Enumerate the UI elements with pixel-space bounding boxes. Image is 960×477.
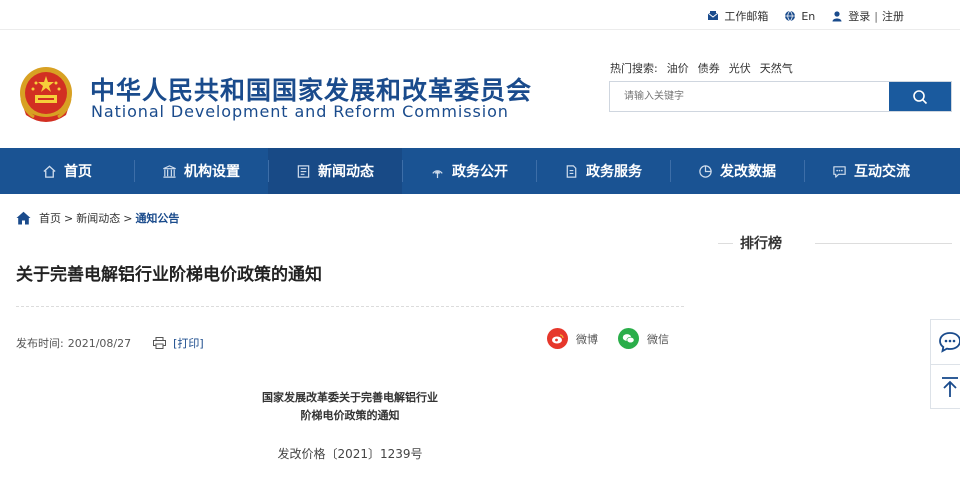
broadcast-icon xyxy=(432,169,443,178)
top-utility-bar: 工作邮箱 En 登录 | 注册 xyxy=(0,0,960,30)
main-nav: 首页 机构设置 新闻动态 政务公开 政务服务 发改数据 互动交流 xyxy=(0,148,960,194)
login-separator: | xyxy=(874,9,878,23)
search-box xyxy=(609,81,952,112)
article-meta: 发布时间: 2021/08/27 [打印] xyxy=(16,335,204,351)
english-link[interactable]: En xyxy=(784,10,815,23)
search-button[interactable] xyxy=(889,82,951,111)
search-icon xyxy=(913,89,928,104)
news-icon xyxy=(297,164,310,178)
title-divider xyxy=(16,306,684,307)
account-links: 登录 | 注册 xyxy=(831,8,904,24)
nav-label: 互动交流 xyxy=(854,164,910,180)
feedback-button[interactable] xyxy=(931,320,960,365)
hot-term-bonds[interactable]: 债券 xyxy=(698,60,720,76)
login-link[interactable]: 登录 xyxy=(848,8,870,24)
wechat-icon xyxy=(618,328,639,349)
nav-label: 新闻动态 xyxy=(318,164,374,180)
breadcrumb-current[interactable]: 通知公告 xyxy=(135,210,179,226)
breadcrumb-separator: > xyxy=(64,211,74,225)
nav-item-news[interactable]: 新闻动态 xyxy=(268,148,402,194)
share-weibo-label: 微博 xyxy=(576,332,598,346)
building-icon xyxy=(163,164,176,178)
nav-label: 政务服务 xyxy=(586,164,642,180)
nav-filler xyxy=(938,148,960,194)
hot-search: 热门搜索: 油价 债券 光伏 天然气 xyxy=(610,60,802,76)
hot-term-gas[interactable]: 天然气 xyxy=(760,60,793,76)
share-wechat-button[interactable]: 微信 xyxy=(618,328,669,349)
arrow-up-icon xyxy=(942,377,958,397)
print-button[interactable]: [打印] xyxy=(153,335,204,351)
document-heading-line-1: 国家发展改革委关于完善电解铝行业 xyxy=(262,391,438,404)
hot-term-solar[interactable]: 光伏 xyxy=(729,60,751,76)
search-input[interactable] xyxy=(610,82,889,111)
nav-item-organization[interactable]: 机构设置 xyxy=(134,148,268,194)
nav-item-interaction[interactable]: 互动交流 xyxy=(804,148,938,194)
document-icon xyxy=(566,164,577,178)
ranking-title: 排行榜 xyxy=(740,236,782,252)
ranking-header: 排行榜 xyxy=(718,233,952,253)
share-wechat-label: 微信 xyxy=(647,332,669,346)
document-heading-line-2: 阶梯电价政策的通知 xyxy=(300,409,400,422)
breadcrumb-home[interactable]: 首页 xyxy=(39,210,61,226)
nav-label: 首页 xyxy=(64,164,92,180)
weibo-icon xyxy=(547,328,568,349)
pie-chart-icon xyxy=(699,164,712,178)
publish-date-label: 发布时间: xyxy=(16,337,64,350)
hot-term-oil[interactable]: 油价 xyxy=(667,60,689,76)
print-label: [打印] xyxy=(173,337,204,350)
home-icon xyxy=(43,164,56,178)
site-header: 中华人民共和国国家发展和改革委员会 National Development a… xyxy=(0,31,960,148)
breadcrumb-separator: > xyxy=(123,211,133,225)
nav-label: 发改数据 xyxy=(720,164,776,180)
printer-icon xyxy=(153,337,167,349)
article-title: 关于完善电解铝行业阶梯电价政策的通知 xyxy=(16,265,322,285)
user-icon xyxy=(832,11,842,22)
nav-label: 政务公开 xyxy=(452,164,508,180)
chat-bubble-icon xyxy=(939,332,960,353)
globe-icon xyxy=(785,10,796,22)
share-weibo-button[interactable]: 微博 xyxy=(547,328,598,349)
document-number: 发改价格〔2021〕1239号 xyxy=(277,447,423,461)
breadcrumb: 首页 > 新闻动态 > 通知公告 xyxy=(16,210,179,226)
nav-item-data[interactable]: 发改数据 xyxy=(670,148,804,194)
hot-search-label: 热门搜索: xyxy=(610,62,658,75)
nav-label: 机构设置 xyxy=(184,164,240,180)
nav-item-home[interactable]: 首页 xyxy=(0,148,134,194)
floating-toolbar xyxy=(930,319,960,409)
work-mail-label: 工作邮箱 xyxy=(724,10,769,23)
home-icon[interactable] xyxy=(16,211,31,225)
breadcrumb-section[interactable]: 新闻动态 xyxy=(76,210,120,226)
nav-item-services[interactable]: 政务服务 xyxy=(536,148,670,194)
share-bar: 微博 微信 xyxy=(547,328,689,349)
nav-item-open-government[interactable]: 政务公开 xyxy=(402,148,536,194)
english-label: En xyxy=(801,9,816,23)
site-title-en: National Development and Reform Commissi… xyxy=(91,102,509,121)
work-mail-link[interactable]: 工作邮箱 xyxy=(707,8,768,24)
register-link[interactable]: 注册 xyxy=(882,8,904,24)
publish-date: 2021/08/27 xyxy=(67,336,132,350)
top-links: 工作邮箱 En 登录 | 注册 xyxy=(691,8,904,24)
chat-icon xyxy=(833,165,846,178)
back-to-top-button[interactable] xyxy=(931,365,960,409)
national-emblem-icon[interactable] xyxy=(16,65,76,127)
mail-icon xyxy=(708,11,719,20)
